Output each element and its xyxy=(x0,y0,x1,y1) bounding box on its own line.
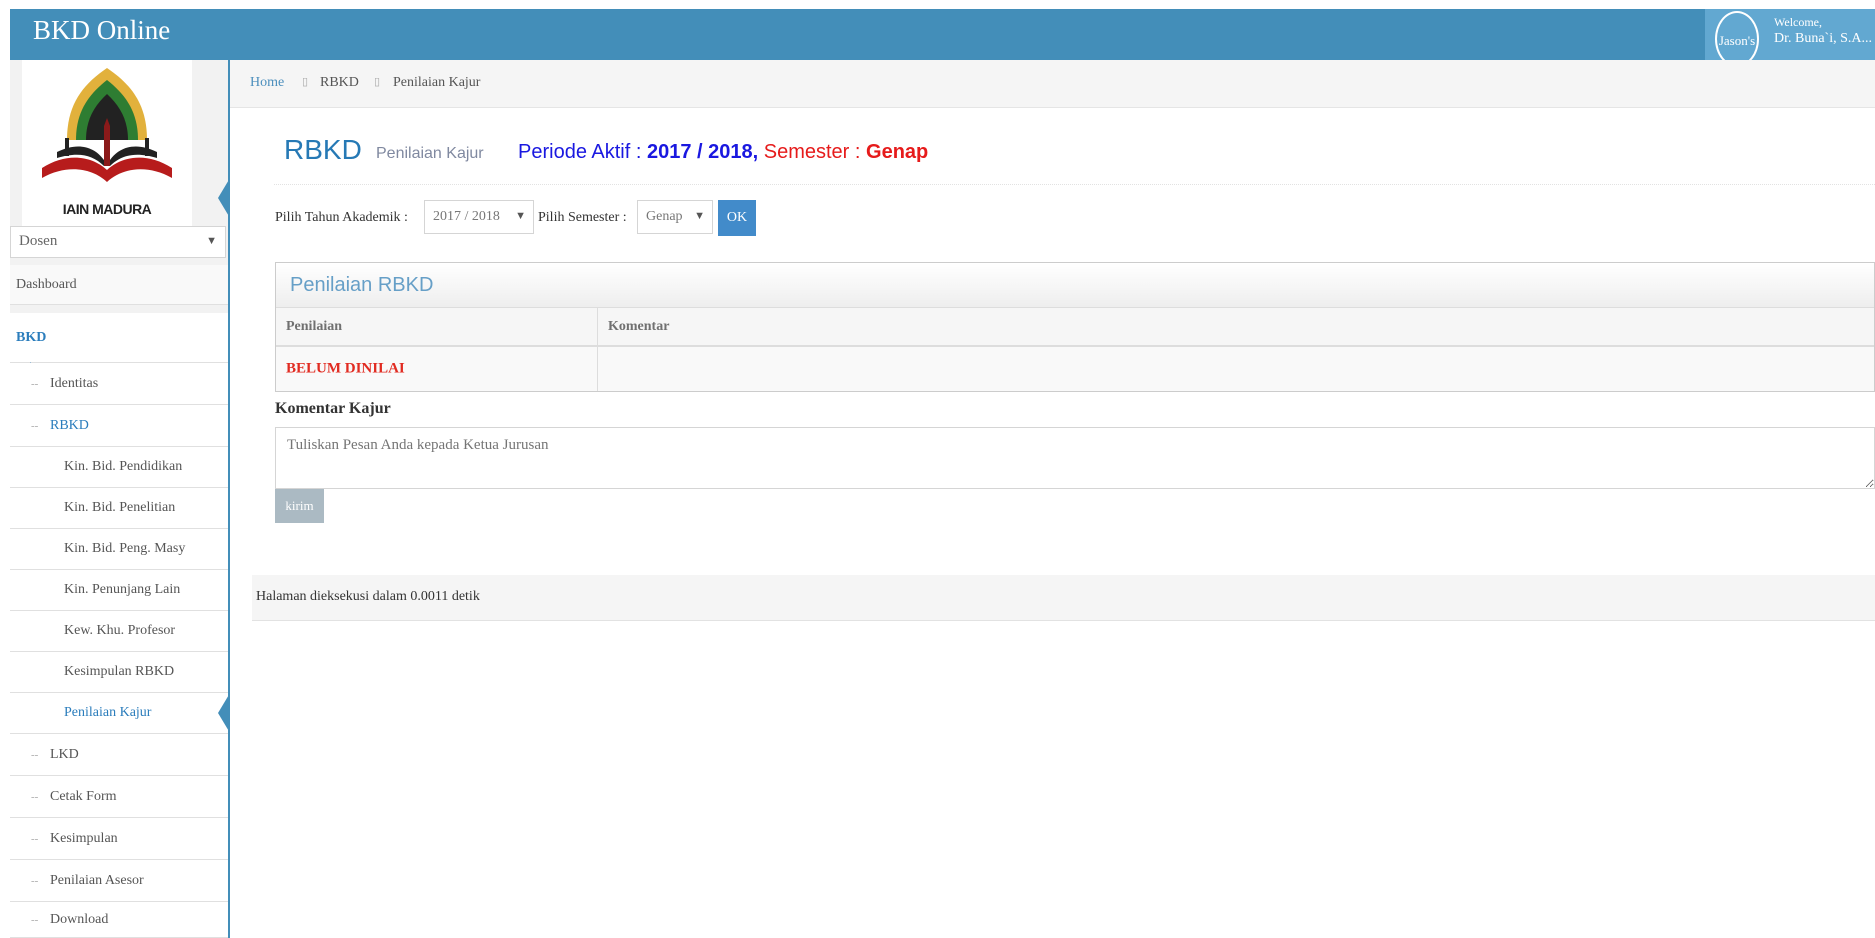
sidebar-item-identitas[interactable]: -- Identitas xyxy=(10,363,228,405)
iain-madura-logo-icon xyxy=(42,68,172,182)
semester-filter-label: Pilih Semester : xyxy=(538,210,627,225)
welcome-block[interactable]: Welcome, Dr. Buna`i, S.A... xyxy=(1774,15,1872,49)
tree-dash-icon: -- xyxy=(31,748,39,761)
semester-select-value: Genap xyxy=(646,209,683,224)
penilaian-widget: Penilaian RBKD Penilaian Komentar BELUM … xyxy=(275,262,1875,392)
caret-down-icon: ▼ xyxy=(206,235,217,247)
sidebar-item-label: Kesimpulan xyxy=(50,830,118,846)
tahun-akademik-select[interactable]: 2017 / 2018 ▼ xyxy=(424,200,534,234)
footer: Halaman dieksekusi dalam 0.0011 detik xyxy=(252,575,1875,621)
caret-down-icon: ▼ xyxy=(694,210,705,222)
sidebar-item-kin-bid-pendidikan[interactable]: Kin. Bid. Pendidikan xyxy=(10,447,228,488)
sidebar-item-label: Cetak Form xyxy=(50,788,117,804)
logo-text: IAIN MADURA xyxy=(62,201,152,217)
page-subtitle: Penilaian Kajur xyxy=(376,145,484,162)
sidebar-item-label: Kew. Khu. Profesor xyxy=(64,623,176,638)
tree-dash-icon: -- xyxy=(31,419,39,432)
tree-dash-icon: -- xyxy=(31,377,39,390)
sidebar-item-kin-bid-penelitian[interactable]: Kin. Bid. Penelitian xyxy=(10,488,228,529)
kirim-button[interactable]: kirim xyxy=(275,489,324,523)
sidebar-collapse-arrow-icon xyxy=(218,178,230,218)
sidebar-item-kew-khu-profesor[interactable]: Kew. Khu. Profesor xyxy=(10,611,228,652)
user-name: Dr. Buna`i, S.A... xyxy=(1774,31,1872,46)
periode-value: 2017 / 2018, xyxy=(646,141,759,163)
breadcrumb: Home ▯ RBKD ▯ Penilaian Kajur xyxy=(230,60,1875,108)
sidebar-item-penilaian-asesor[interactable]: -- Penilaian Asesor xyxy=(10,860,228,902)
widget-title: Penilaian RBKD xyxy=(290,274,434,296)
column-header-komentar: Komentar xyxy=(598,308,1875,345)
logo: IAIN MADURA xyxy=(22,60,192,230)
sidebar-item-label: Penilaian Asesor xyxy=(50,872,144,888)
caret-down-icon: ▼ xyxy=(515,210,526,222)
sidebar-item-kesimpulan[interactable]: -- Kesimpulan xyxy=(10,818,228,860)
sidebar-item-label: Kin. Penunjang Lain xyxy=(64,582,181,597)
sidebar-item-label: Penilaian Kajur xyxy=(64,705,152,720)
sidebar-item-penilaian-kajur[interactable]: Penilaian Kajur xyxy=(10,693,228,734)
widget-header: Penilaian RBKD xyxy=(276,263,1874,308)
tree-dash-icon: -- xyxy=(31,913,39,926)
sidebar-item-kin-penunjang-lain[interactable]: Kin. Penunjang Lain xyxy=(10,570,228,611)
welcome-text: Welcome, xyxy=(1774,15,1823,29)
sidebar-item-lkd[interactable]: -- LKD xyxy=(10,734,228,776)
user-avatar[interactable]: Jason's xyxy=(1715,11,1759,67)
active-item-arrow-icon xyxy=(218,693,230,733)
sidebar-item-label: Kin. Bid. Penelitian xyxy=(64,500,176,515)
breadcrumb-separator-icon: ▯ xyxy=(374,76,381,88)
page-title: RBKD xyxy=(284,134,362,165)
tree-dash-icon: -- xyxy=(31,874,39,887)
sidebar-item-label: Dashboard xyxy=(16,276,77,292)
sidebar-item-label: RBKD xyxy=(50,417,89,433)
page-header: RBKD Penilaian Kajur Periode Aktif : 201… xyxy=(274,122,1875,185)
table-header: Penilaian Komentar xyxy=(276,308,1874,347)
cell-penilaian: BELUM DINILAI xyxy=(276,347,598,391)
column-header-label: Komentar xyxy=(608,318,670,334)
sidebar-item-label: BKD xyxy=(16,329,47,345)
sidebar-item-download[interactable]: -- Download xyxy=(10,902,228,938)
role-select-value: Dosen xyxy=(19,233,58,249)
role-select[interactable]: Dosen ▼ xyxy=(10,226,226,258)
semester-value: Genap xyxy=(866,141,929,163)
status-badge: BELUM DINILAI xyxy=(286,360,405,377)
sidebar-item-kin-bid-peng-masy[interactable]: Kin. Bid. Peng. Masy xyxy=(10,529,228,570)
table-row: BELUM DINILAI xyxy=(276,347,1874,391)
sidebar-item-bkd[interactable]: BKD xyxy=(10,313,228,363)
sidebar-item-label: Kesimpulan RBKD xyxy=(64,664,175,679)
ok-button[interactable]: OK xyxy=(718,200,756,236)
periode-label: Periode Aktif : xyxy=(518,141,642,163)
brand-title[interactable]: BKD Online xyxy=(33,15,170,46)
komentar-kajur-label: Komentar Kajur xyxy=(275,400,391,417)
sidebar-item-label: Identitas xyxy=(50,375,99,391)
sidebar-item-label: Kin. Bid. Pendidikan xyxy=(64,459,183,474)
cell-komentar xyxy=(598,347,1875,391)
tree-dash-icon: -- xyxy=(31,832,39,845)
column-header-penilaian: Penilaian xyxy=(276,308,598,345)
semester-label: Semester : xyxy=(763,141,861,163)
sidebar-item-label: Download xyxy=(50,911,109,927)
komentar-textarea[interactable] xyxy=(275,427,1875,489)
periode-info: Periode Aktif : 2017 / 2018, Semester : … xyxy=(518,141,928,164)
sidebar-item-dashboard[interactable]: Dashboard xyxy=(10,265,228,305)
sidebar-item-rbkd[interactable]: -- RBKD xyxy=(10,405,228,447)
breadcrumb-current: Penilaian Kajur xyxy=(393,75,481,90)
footer-text: Halaman dieksekusi dalam 0.0011 detik xyxy=(256,589,480,604)
tahun-akademik-label: Pilih Tahun Akademik : xyxy=(275,210,408,225)
breadcrumb-separator-icon: ▯ xyxy=(302,76,309,88)
sidebar-item-cetak-form[interactable]: -- Cetak Form xyxy=(10,776,228,818)
tahun-akademik-value: 2017 / 2018 xyxy=(433,209,500,224)
breadcrumb-home-link[interactable]: Home xyxy=(250,75,284,91)
semester-select[interactable]: Genap ▼ xyxy=(637,200,713,234)
sidebar-item-label: LKD xyxy=(50,746,79,762)
tree-dash-icon: -- xyxy=(31,790,39,803)
top-navbar: BKD Online Jason's Welcome, Dr. Buna`i, … xyxy=(10,9,1875,67)
breadcrumb-rbkd[interactable]: RBKD xyxy=(320,75,359,91)
sidebar-item-label: Kin. Bid. Peng. Masy xyxy=(64,541,186,556)
sidebar: IAIN MADURA Dosen ▼ Dashboard BKD -- Ide… xyxy=(10,60,230,938)
sidebar-item-kesimpulan-rbkd[interactable]: Kesimpulan RBKD xyxy=(10,652,228,693)
user-menu[interactable]: Jason's Welcome, Dr. Buna`i, S.A... xyxy=(1705,9,1875,67)
column-header-label: Penilaian xyxy=(286,318,343,334)
